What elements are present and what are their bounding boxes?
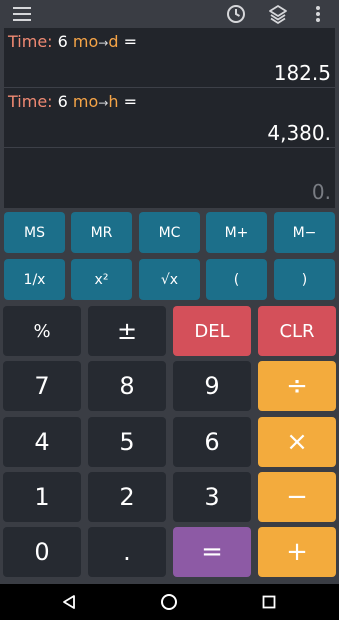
digit-4-button[interactable]: 4 bbox=[3, 417, 81, 467]
square-button[interactable]: x² bbox=[71, 259, 132, 300]
menu-icon[interactable] bbox=[10, 2, 34, 26]
history-row[interactable]: Time: 6 mo→d = 182.5 bbox=[4, 28, 335, 88]
system-navigation-bar bbox=[0, 584, 339, 620]
expression-amount: 6 bbox=[57, 92, 68, 111]
digit-7-button[interactable]: 7 bbox=[3, 361, 81, 411]
current-value: 0. bbox=[311, 180, 331, 204]
plus-minus-button[interactable]: ± bbox=[88, 306, 166, 356]
mc-button[interactable]: MC bbox=[139, 212, 200, 253]
digit-0-button[interactable]: 0 bbox=[3, 527, 81, 577]
more-vert-icon[interactable] bbox=[306, 2, 330, 26]
reciprocal-button[interactable]: 1/x bbox=[4, 259, 65, 300]
mr-button[interactable]: MR bbox=[71, 212, 132, 253]
digit-3-button[interactable]: 3 bbox=[173, 472, 251, 522]
clear-button[interactable]: CLR bbox=[258, 306, 336, 356]
history-row[interactable]: Time: 6 mo→h = 4,380. bbox=[4, 88, 335, 148]
back-icon[interactable] bbox=[59, 592, 79, 612]
m-plus-button[interactable]: M+ bbox=[206, 212, 267, 253]
digit-9-button[interactable]: 9 bbox=[173, 361, 251, 411]
expression-label: Time: bbox=[8, 32, 53, 51]
history-expression: Time: 6 mo→d = bbox=[8, 32, 137, 51]
expression-equals: = bbox=[123, 92, 137, 111]
subtract-button[interactable]: − bbox=[258, 472, 336, 522]
arrow-icon: → bbox=[98, 96, 109, 110]
history-result: 182.5 bbox=[273, 61, 331, 85]
ms-button[interactable]: MS bbox=[4, 212, 65, 253]
expression-to-unit: h bbox=[108, 92, 119, 111]
app-toolbar bbox=[0, 0, 339, 28]
calculator-display: Time: 6 mo→d = 182.5 Time: 6 mo→h = 4,38… bbox=[4, 28, 335, 208]
history-result: 4,380. bbox=[267, 121, 331, 145]
multiply-button[interactable]: × bbox=[258, 417, 336, 467]
m-minus-button[interactable]: M− bbox=[274, 212, 335, 253]
digit-8-button[interactable]: 8 bbox=[88, 361, 166, 411]
digit-1-button[interactable]: 1 bbox=[3, 472, 81, 522]
home-icon[interactable] bbox=[159, 592, 179, 612]
recents-icon[interactable] bbox=[259, 592, 279, 612]
digit-6-button[interactable]: 6 bbox=[173, 417, 251, 467]
delete-button[interactable]: DEL bbox=[173, 306, 251, 356]
history-icon[interactable] bbox=[224, 2, 248, 26]
expression-amount: 6 bbox=[57, 32, 68, 51]
open-paren-button[interactable]: ( bbox=[206, 259, 267, 300]
divide-button[interactable]: ÷ bbox=[258, 361, 336, 411]
digit-5-button[interactable]: 5 bbox=[88, 417, 166, 467]
expression-from-unit: mo bbox=[72, 92, 99, 111]
percent-button[interactable]: % bbox=[3, 306, 81, 356]
expression-equals: = bbox=[123, 32, 138, 51]
expression-to-unit: d bbox=[108, 32, 119, 51]
keypad: MS MR MC M+ M− 1/x x² √x ( ) % ± DEL CLR… bbox=[0, 208, 339, 580]
decimal-button[interactable]: . bbox=[88, 527, 166, 577]
layers-icon[interactable] bbox=[266, 2, 290, 26]
expression-label: Time: bbox=[8, 92, 53, 111]
sqrt-button[interactable]: √x bbox=[139, 259, 200, 300]
history-expression: Time: 6 mo→h = bbox=[8, 92, 137, 111]
digit-2-button[interactable]: 2 bbox=[88, 472, 166, 522]
equals-button[interactable]: = bbox=[173, 527, 251, 577]
close-paren-button[interactable]: ) bbox=[274, 259, 335, 300]
arrow-icon: → bbox=[98, 36, 109, 50]
add-button[interactable]: + bbox=[258, 527, 336, 577]
expression-from-unit: mo bbox=[72, 32, 99, 51]
